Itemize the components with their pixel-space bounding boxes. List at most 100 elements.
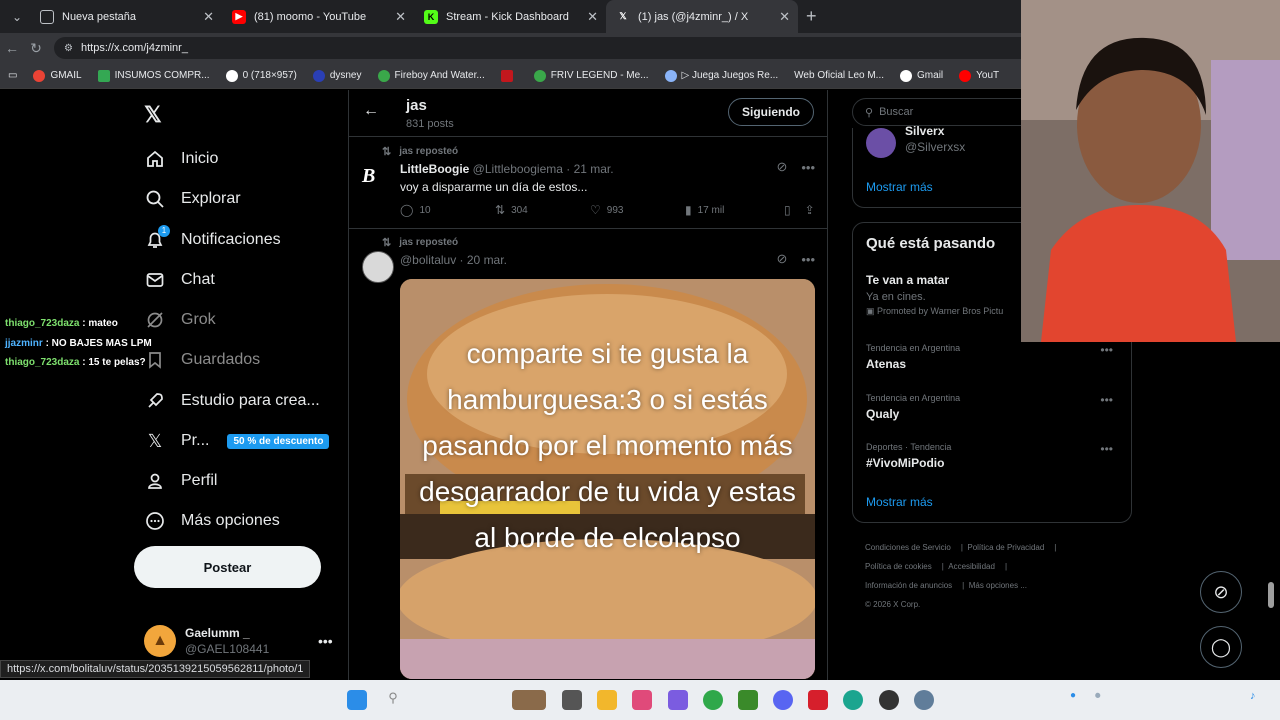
bookmark-item[interactable]: FRIV LEGEND - Me... [533,69,649,82]
more-dots-icon[interactable]: ••• [1100,343,1113,357]
windows-start-icon[interactable] [347,690,367,710]
tab-kick[interactable]: K Stream - Kick Dashboard ✕ [414,0,606,33]
nav-grok[interactable]: Grok [144,309,216,331]
footer-link[interactable]: Más opciones ... [969,581,1027,590]
close-tab-icon[interactable]: ✕ [587,9,598,25]
notification-bell-icon[interactable]: ♪ [1250,690,1262,710]
more-dots-icon[interactable]: ••• [1100,393,1113,407]
post-button[interactable]: Postear [134,546,321,588]
x-logo-icon[interactable]: 𝕏 [144,102,162,128]
nav-profile[interactable]: Perfil [144,470,217,492]
task-view-icon[interactable] [562,690,582,710]
avatar[interactable] [362,251,394,283]
url-input[interactable]: ⚙ https://x.com/j4zminr_ [54,37,1054,59]
footer-link[interactable]: Política de cookies [865,562,932,571]
more-dots-icon[interactable]: ••• [318,633,333,649]
back-arrow-icon[interactable]: ← [0,40,24,56]
trend-item[interactable]: Deportes · Tendencia #VivoMiPodio ••• [866,442,1121,470]
following-button[interactable]: Siguiendo [728,98,814,126]
more-dots-icon[interactable]: ••• [801,160,815,175]
grok-icon[interactable]: ⊘ [776,159,787,175]
bookmark-item[interactable]: 0 (718×957) [225,69,297,82]
nav-creator-studio[interactable]: Estudio para crea... [144,390,320,412]
footer-link[interactable]: Información de anuncios [865,581,952,590]
close-tab-icon[interactable]: ✕ [203,9,214,25]
repost-button[interactable]: ⇅ 304 [495,203,590,217]
bookmark-item[interactable]: GMAIL [33,69,82,82]
nav-more-options[interactable]: Más opciones [144,510,280,532]
suggested-user-name[interactable]: Silverx [905,124,944,138]
tab-x-profile[interactable]: 𝕏 (1) jas (@j4zminr_) / X ✕ [606,0,798,33]
tweet[interactable]: ⇅ jas reposteó B LittleBoogie @Littleboog… [349,137,827,229]
bookmark-item[interactable]: dysney [312,69,362,82]
minecraft-icon[interactable] [738,690,758,710]
bookmark-icon[interactable]: ▯ [784,203,791,217]
bookmark-item[interactable]: Gmail [900,69,943,82]
messages-fab-button[interactable]: ◯ [1200,626,1242,668]
nav-bookmarks[interactable]: Guardados [144,349,260,371]
tweet-author[interactable]: LittleBoogie [400,162,469,176]
suggested-user-handle[interactable]: @Silverxsx [905,140,965,154]
like-button[interactable]: ♡ 993 [590,203,685,217]
microphone-icon[interactable]: ⏺ [1095,690,1107,710]
search-icon[interactable]: ⚲ [383,690,403,710]
footer-link[interactable]: Condiciones de Servicio [865,543,951,552]
tweet-handle[interactable]: @bolitaluv [400,253,456,267]
tab-youtube[interactable]: ▶ (81) moomo - YouTube ✕ [222,0,414,33]
nav-notifications[interactable]: 1 Notificaciones [144,225,281,251]
trend-item[interactable]: Tendencia en Argentina Qualy ••• [866,393,1121,421]
close-tab-icon[interactable]: ✕ [395,9,406,25]
bookmarks-menu-icon[interactable]: ▭ [8,70,17,81]
obs-icon[interactable] [879,690,899,710]
show-more-link[interactable]: Mostrar más [866,180,933,194]
avatar[interactable]: B [362,165,394,197]
footer-link[interactable]: Accesibilidad [948,562,995,571]
tweet-handle[interactable]: @Littleboogiema [473,162,563,176]
share-icon[interactable]: ⇪ [805,203,815,217]
scrollbar-thumb[interactable] [1268,582,1274,608]
vivaldi-icon[interactable] [808,690,828,710]
tweet-date[interactable]: · 20 mar. [456,253,507,267]
tweet-date[interactable]: · 21 mar. [563,162,613,176]
store-icon[interactable] [632,690,652,710]
trend-item[interactable]: Tendencia en Argentina Atenas ••• [866,343,1121,371]
footer-link[interactable]: Política de Privacidad [967,543,1044,552]
reload-icon[interactable]: ↻ [24,40,48,57]
bookmark-item[interactable]: INSUMOS COMPR... [97,69,210,82]
avatar[interactable] [866,128,896,158]
nav-chat[interactable]: Chat [144,269,215,291]
nav-premium[interactable]: 𝕏 Pr... 50 % de descuento [144,430,330,452]
grok-icon[interactable]: ⊘ [776,251,787,267]
copilot-icon[interactable] [668,690,688,710]
account-switcher[interactable]: ▲ Gaelumm _ @GAEL108441 ••• [144,625,333,657]
show-more-link[interactable]: Mostrar más [866,495,933,509]
tab-search-chevron-icon[interactable]: ⌄ [4,4,30,30]
tweet[interactable]: ⇅ jas reposteó @bolitaluv · 20 mar. ⊘ •••… [349,229,827,680]
discord-icon[interactable] [773,690,793,710]
more-dots-icon[interactable]: ••• [801,252,815,267]
bookmark-item[interactable]: Fireboy And Water... [377,69,485,82]
bookmark-item[interactable]: Web Oficial Leo M... [794,70,884,81]
bookmark-item[interactable]: YouT [959,69,999,82]
bookmark-item[interactable]: ▷ Juega Juegos Re... [664,69,778,82]
nav-explore[interactable]: Explorar [144,188,241,210]
file-explorer-icon[interactable] [597,690,617,710]
settings-gear-icon[interactable] [914,690,934,710]
search-icon [144,188,166,210]
reply-button[interactable]: ◯ 10 [400,203,495,217]
views-button[interactable]: ▮ 17 mil [685,203,780,217]
site-info-icon[interactable]: ⚙ [64,43,73,54]
xbox-icon[interactable] [703,690,723,710]
bookmark-item[interactable] [500,69,518,82]
more-dots-icon[interactable]: ••• [1100,442,1113,456]
tweet-image[interactable]: comparte si te gusta la hamburguesa:3 o … [400,279,815,679]
edge-icon[interactable] [843,690,863,710]
new-tab-plus-icon[interactable]: + [806,6,817,27]
widget-icon[interactable] [512,690,546,710]
grok-fab-button[interactable]: ⊘ [1200,571,1242,613]
tab-new[interactable]: Nueva pestaña ✕ [30,0,222,33]
close-tab-icon[interactable]: ✕ [779,9,790,25]
nav-home[interactable]: Inicio [144,148,218,170]
back-arrow-icon[interactable]: ← [363,102,379,120]
network-icon[interactable]: ● [1070,690,1082,710]
